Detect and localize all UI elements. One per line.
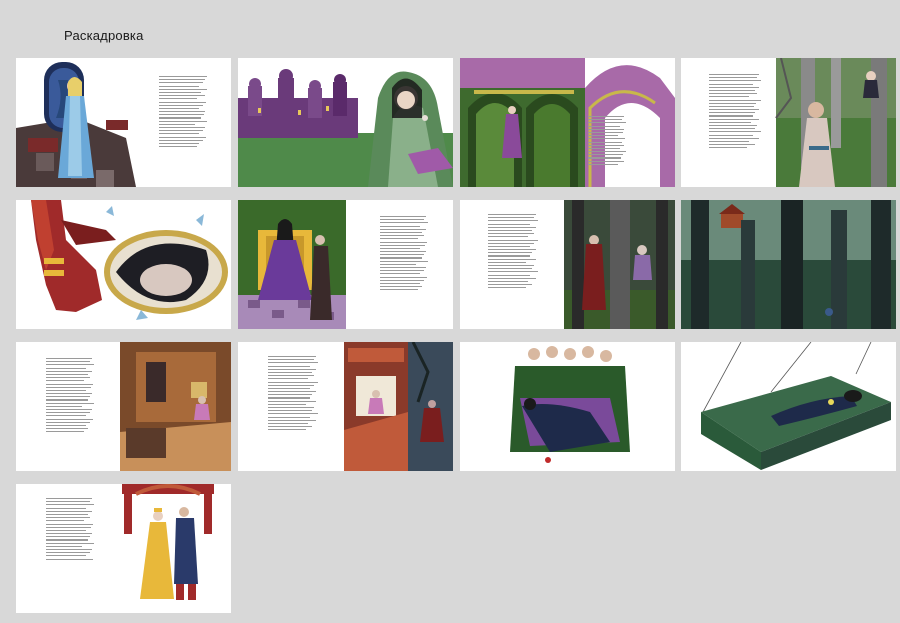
storyboard-frame-7[interactable] — [460, 200, 675, 329]
storyboard-frame-1[interactable] — [16, 58, 231, 187]
illustration-crystal-coffin — [701, 342, 891, 470]
text-block — [488, 214, 542, 289]
illustration-queen-and-town — [238, 58, 453, 187]
text-block — [268, 356, 322, 431]
illustration-green-arches — [460, 58, 675, 187]
text-block — [159, 76, 211, 148]
storyboard-frame-10[interactable] — [238, 342, 453, 471]
storyboard-frame-3[interactable] — [460, 58, 675, 187]
text-block — [588, 116, 628, 165]
storyboard-frame-9[interactable] — [16, 342, 231, 471]
text-block — [709, 74, 765, 149]
text-block — [46, 358, 98, 433]
storyboard-frame-2[interactable] — [238, 58, 453, 187]
storyboard-frame-8[interactable] — [681, 200, 896, 329]
illustration-broken-mirror — [31, 200, 228, 320]
illustration-bogatyrs — [510, 346, 630, 463]
text-block — [46, 498, 96, 560]
text-block — [380, 216, 430, 291]
illustration-forest-house — [681, 200, 896, 329]
storyboard-frame-5[interactable] — [16, 200, 231, 329]
storyboard-frame-13[interactable] — [16, 484, 231, 613]
storyboard-frame-4[interactable] — [681, 58, 896, 187]
storyboard-frame-11[interactable] — [460, 342, 675, 471]
storyboard-frame-6[interactable] — [238, 200, 453, 329]
page-title: Раскадровка — [64, 28, 144, 43]
storyboard-frame-12[interactable] — [681, 342, 896, 471]
